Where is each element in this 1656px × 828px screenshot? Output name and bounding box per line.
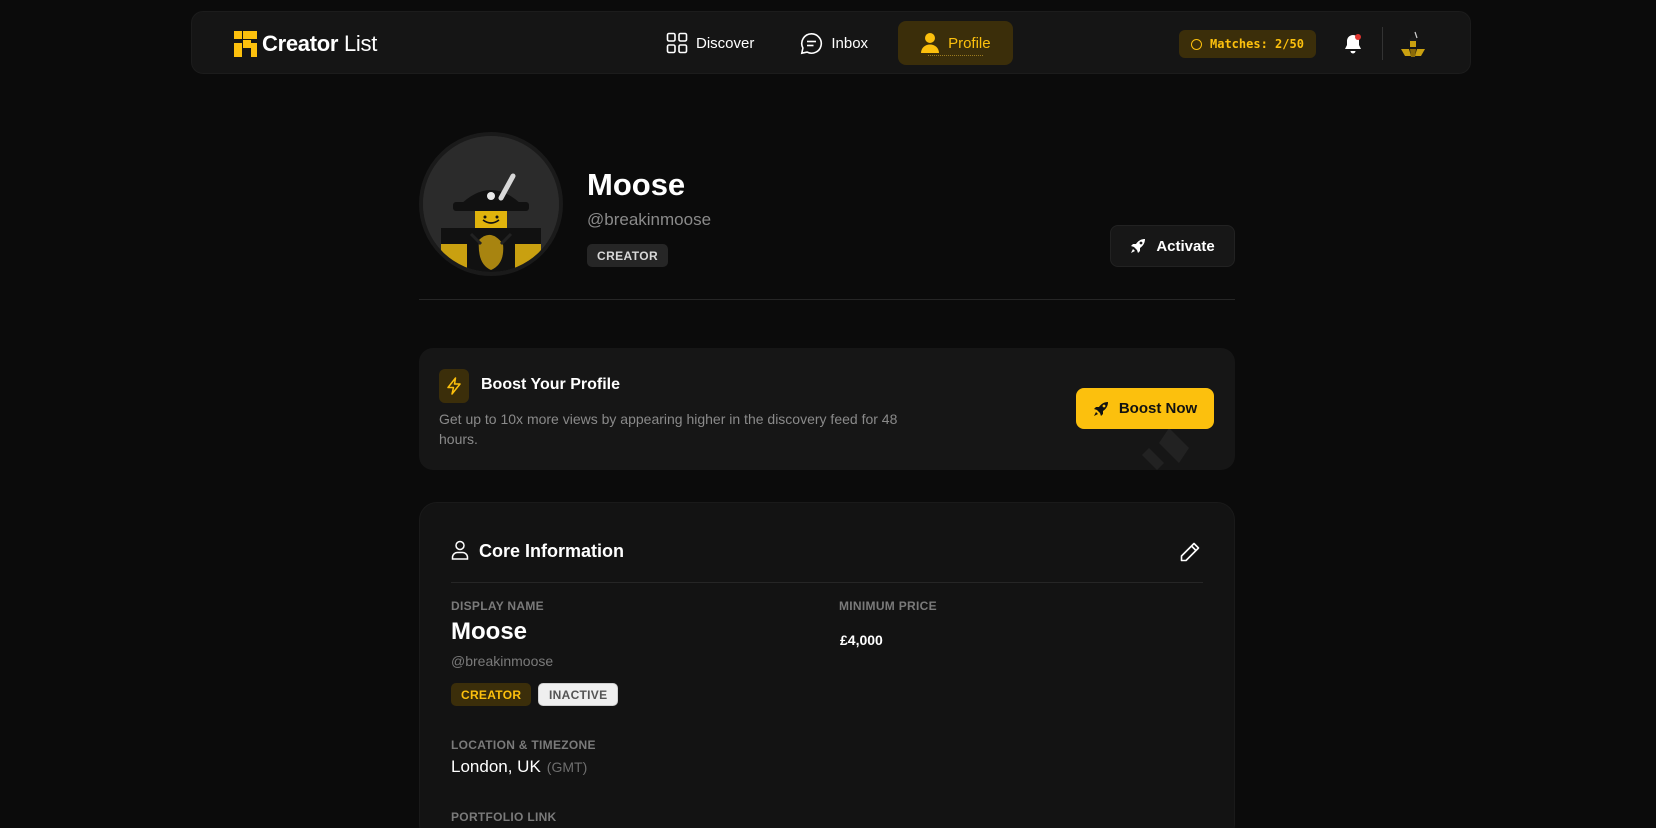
nav-inbox-label: Inbox: [831, 34, 869, 52]
display-name-label: DISPLAY NAME: [451, 599, 544, 613]
nav-discover[interactable]: Discover: [650, 21, 770, 65]
display-name-value: Moose: [451, 618, 528, 645]
nav-profile-label: Profile: [948, 34, 991, 52]
rocket-icon: [1093, 401, 1108, 416]
user-icon: [921, 33, 940, 53]
rocket-icon: [1131, 239, 1146, 253]
grid-icon: [666, 32, 688, 54]
core-information-card: Core Information DISPLAY NAME Moose @bre…: [419, 502, 1235, 828]
inactive-badge: INACTIVE: [538, 683, 619, 706]
chat-icon: [801, 32, 823, 54]
main-nav: Discover Inbox Profile: [650, 21, 1027, 65]
logo-mark-icon: [234, 31, 258, 57]
core-information-title: Core Information: [479, 541, 625, 561]
edit-pencil-icon[interactable]: [1179, 541, 1201, 563]
profile-name: Moose: [587, 167, 686, 202]
brand-name: Creator List: [262, 31, 378, 56]
top-navbar: Creator List Discover Inbox Profile Matc…: [191, 11, 1471, 74]
profile-handle: @breakinmoose: [587, 210, 712, 229]
nav-profile[interactable]: Profile: [898, 21, 1013, 65]
boost-title: Boost Your Profile: [481, 376, 620, 393]
boost-now-button[interactable]: Boost Now: [1076, 388, 1214, 429]
boost-description: Get up to 10x more views by appearing hi…: [439, 411, 898, 447]
coin-icon: [1191, 38, 1202, 50]
location-label: LOCATION & TIMEZONE: [451, 738, 596, 752]
location-city: London, UK: [451, 757, 541, 776]
creator-badge: CREATOR: [451, 683, 532, 706]
nav-discover-label: Discover: [696, 34, 755, 52]
profile-avatar[interactable]: [419, 132, 563, 276]
nav-inbox[interactable]: Inbox: [784, 21, 884, 65]
nav-divider: [1382, 27, 1383, 60]
matches-counter[interactable]: Matches: 2/50: [1179, 30, 1316, 58]
core-divider: [451, 582, 1203, 583]
display-handle-value: @breakinmoose: [451, 653, 554, 669]
boost-now-label: Boost Now: [1118, 400, 1198, 417]
minimum-price-label: MINIMUM PRICE: [839, 599, 937, 613]
brand-logo[interactable]: Creator List: [234, 30, 377, 58]
header-divider: [419, 299, 1235, 300]
matches-label: Matches: 2/50: [1210, 37, 1304, 51]
boost-card: Boost Your Profile Get up to 10x more vi…: [419, 348, 1235, 470]
lightning-icon: [439, 369, 469, 403]
portfolio-link-label: PORTFOLIO LINK: [451, 810, 557, 824]
timezone-value: (GMT): [546, 759, 588, 775]
minimum-price-value: £4,000: [840, 632, 883, 648]
location-value: London, UK (GMT): [451, 757, 587, 777]
user-avatar[interactable]: [1398, 29, 1428, 59]
role-badge: CREATOR: [587, 244, 669, 267]
notifications-bell-icon[interactable]: [1341, 32, 1365, 56]
activate-button[interactable]: Activate: [1110, 225, 1235, 267]
activate-label: Activate: [1156, 237, 1215, 255]
user-outline-icon: [451, 540, 469, 560]
